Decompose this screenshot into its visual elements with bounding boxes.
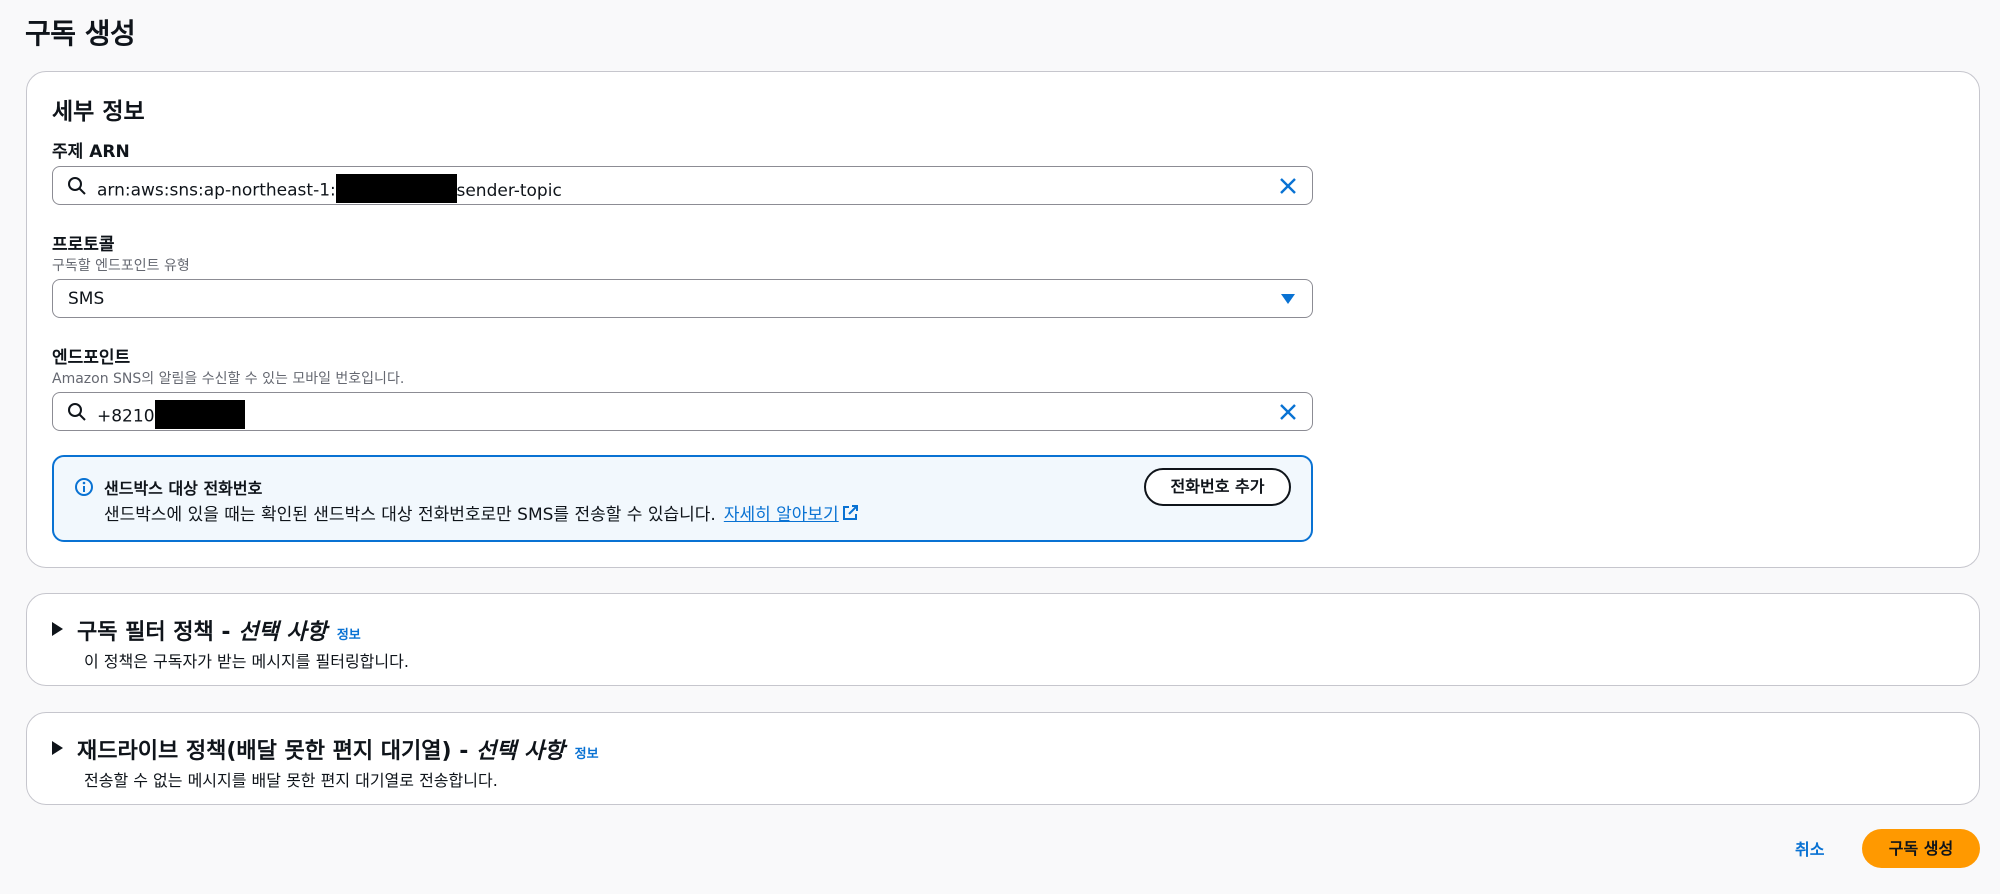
filter-policy-info-link[interactable]: 정보 bbox=[337, 624, 361, 643]
redrive-policy-header[interactable]: 재드라이브 정책(배달 못한 편지 대기열) - 선택 사항 정보 bbox=[52, 733, 599, 765]
details-panel: 세부 정보 주제 ARN arn:aws:sns:ap-northeast-1:… bbox=[26, 71, 1980, 568]
caret-right-icon[interactable] bbox=[52, 622, 63, 636]
section-title: 세부 정보 bbox=[52, 99, 145, 125]
redrive-policy-info-link[interactable]: 정보 bbox=[575, 743, 599, 762]
alert-title: 샌드박스 대상 전화번호 bbox=[104, 479, 263, 498]
cancel-button[interactable]: 취소 bbox=[1795, 836, 1824, 860]
alert-body: 샌드박스에 있을 때는 확인된 샌드박스 대상 전화번호로만 SMS를 전송할 … bbox=[104, 500, 858, 525]
redrive-policy-panel: 재드라이브 정책(배달 못한 편지 대기열) - 선택 사항 정보 전송할 수 … bbox=[26, 712, 1980, 805]
clear-icon[interactable] bbox=[1278, 176, 1298, 196]
sandbox-alert: 샌드박스 대상 전화번호 샌드박스에 있을 때는 확인된 샌드박스 대상 전화번… bbox=[52, 455, 1313, 542]
external-link-icon[interactable] bbox=[842, 505, 858, 521]
caret-right-icon[interactable] bbox=[52, 741, 63, 755]
page-title: 구독 생성 bbox=[25, 17, 136, 50]
search-icon bbox=[68, 403, 86, 421]
endpoint-input[interactable]: +8210 bbox=[52, 392, 1313, 431]
filter-policy-description: 이 정책은 구독자가 받는 메시지를 필터링합니다. bbox=[84, 652, 409, 671]
topic-arn-value: arn:aws:sns:ap-northeast-1::sender-topic bbox=[97, 174, 562, 205]
protocol-label: 프로토콜 bbox=[52, 235, 115, 255]
protocol-select[interactable]: SMS bbox=[52, 279, 1313, 318]
redrive-policy-title: 재드라이브 정책(배달 못한 편지 대기열) - 선택 사항 bbox=[77, 739, 565, 764]
topic-arn-label: 주제 ARN bbox=[52, 142, 130, 162]
endpoint-label: 엔드포인트 bbox=[52, 348, 131, 368]
search-icon bbox=[68, 177, 86, 195]
topic-arn-input[interactable]: arn:aws:sns:ap-northeast-1::sender-topic bbox=[52, 166, 1313, 205]
learn-more-link[interactable]: 자세히 알아보기 bbox=[724, 505, 839, 525]
filter-policy-panel: 구독 필터 정책 - 선택 사항 정보 이 정책은 구독자가 받는 메시지를 필… bbox=[26, 593, 1980, 686]
endpoint-value: +8210 bbox=[97, 400, 245, 431]
protocol-description: 구독할 엔드포인트 유형 bbox=[52, 258, 190, 274]
filter-policy-header[interactable]: 구독 필터 정책 - 선택 사항 정보 bbox=[52, 614, 361, 646]
add-phone-number-button[interactable]: 전화번호 추가 bbox=[1144, 468, 1291, 506]
info-icon bbox=[75, 478, 93, 496]
redacted-block bbox=[335, 174, 457, 203]
clear-icon[interactable] bbox=[1278, 402, 1298, 422]
redacted-block bbox=[154, 400, 245, 429]
endpoint-description: Amazon SNS의 알림을 수신할 수 있는 모바일 번호입니다. bbox=[52, 371, 405, 387]
create-subscription-button[interactable]: 구독 생성 bbox=[1862, 829, 1980, 868]
caret-down-icon bbox=[1281, 294, 1295, 304]
filter-policy-title: 구독 필터 정책 - 선택 사항 bbox=[77, 620, 327, 645]
protocol-value: SMS bbox=[68, 289, 105, 309]
redrive-policy-description: 전송할 수 없는 메시지를 배달 못한 편지 대기열로 전송합니다. bbox=[84, 771, 498, 790]
